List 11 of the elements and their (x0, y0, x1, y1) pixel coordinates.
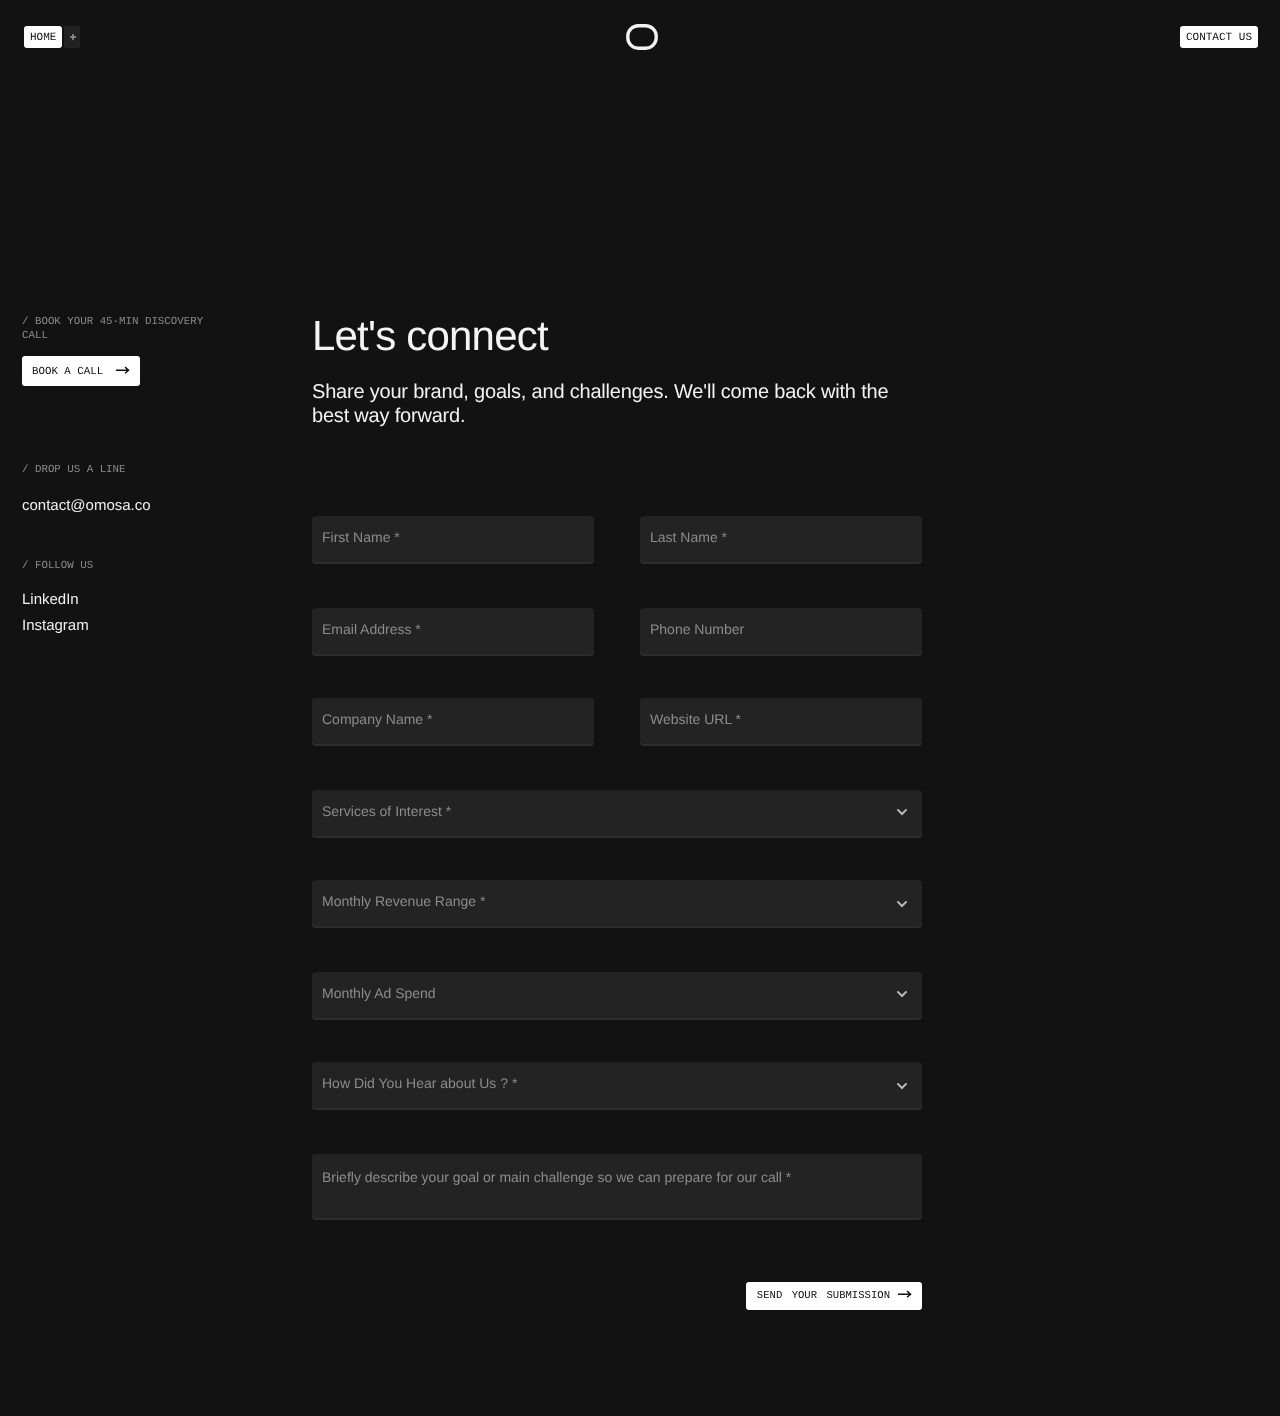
chevron-down-icon (896, 1081, 908, 1089)
chevron-down-icon (896, 990, 908, 998)
chevron-down-icon (896, 808, 908, 816)
chevron-down-icon (896, 899, 908, 907)
logo-icon[interactable] (625, 24, 657, 50)
menu-button[interactable] (64, 26, 81, 48)
page-subtitle: Share your brand, goals, and challenges. We'll come back with the best way forward. (312, 382, 891, 428)
arrow-icon (898, 1290, 912, 1300)
plus-icon (69, 34, 76, 40)
page-title: Let's connect (312, 316, 551, 360)
arrow-icon (115, 366, 130, 376)
